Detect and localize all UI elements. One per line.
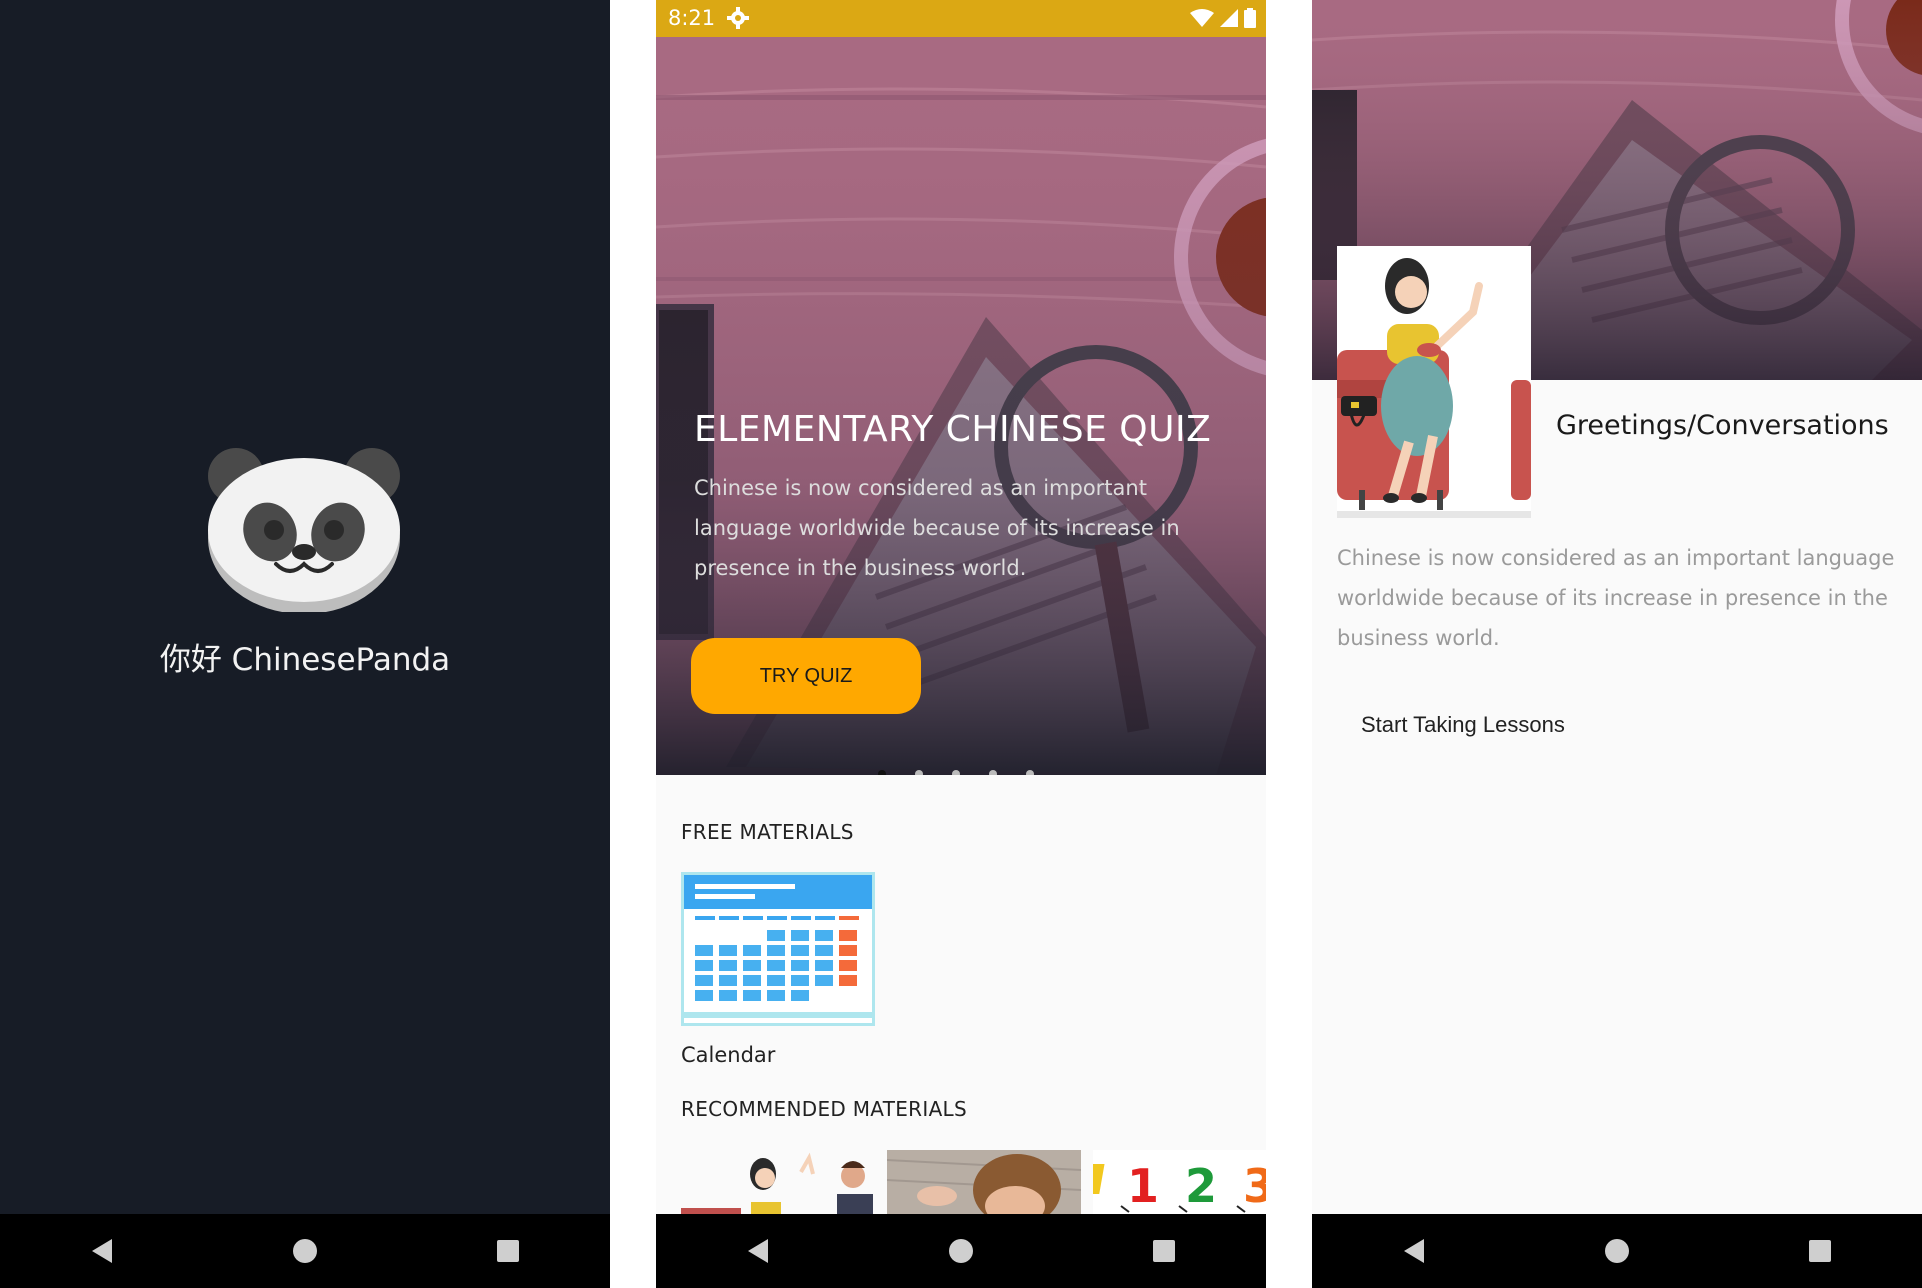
lesson-detail-screen: Greetings/Conversations Chinese is now c… [1312, 0, 1922, 1288]
home-icon [948, 1239, 973, 1263]
home-button[interactable] [275, 1221, 335, 1281]
carousel-indicator [878, 770, 1034, 775]
nav-bar [0, 1214, 610, 1288]
calendar-icon [681, 872, 875, 1026]
calendar-card[interactable] [681, 872, 875, 1026]
carousel-dot[interactable] [1026, 770, 1034, 775]
recommended-list: 1 2 3 [681, 1150, 1266, 1214]
recommended-materials-heading: RECOMMENDED MATERIALS [681, 1097, 967, 1121]
conversation-thumbnail[interactable] [681, 1150, 875, 1214]
recents-button[interactable] [478, 1221, 538, 1281]
recents-button[interactable] [1790, 1221, 1850, 1281]
home-button[interactable] [1587, 1221, 1647, 1281]
back-button[interactable] [728, 1221, 788, 1281]
free-materials-heading: FREE MATERIALS [681, 820, 854, 844]
carousel-dot[interactable] [878, 770, 886, 775]
wifi-icon [1190, 9, 1214, 31]
hero-title: ELEMENTARY CHINESE QUIZ [694, 409, 1212, 450]
recents-icon [1809, 1240, 1832, 1262]
battery-icon [1244, 8, 1256, 32]
nav-bar [1312, 1214, 1922, 1288]
carousel-dot[interactable] [952, 770, 960, 775]
hero-banner[interactable]: ELEMENTARY CHINESE QUIZ Chinese is now c… [656, 37, 1266, 775]
calendar-label[interactable]: Calendar [681, 1043, 775, 1067]
recents-button[interactable] [1134, 1221, 1194, 1281]
recents-icon [1153, 1240, 1176, 1262]
svg-text:2: 2 [1185, 1159, 1217, 1213]
try-quiz-button[interactable]: TRY QUIZ [691, 638, 921, 714]
nav-bar [656, 1214, 1266, 1288]
lesson-description: Chinese is now considered as an importan… [1337, 546, 1895, 650]
carousel-dot[interactable] [915, 770, 923, 775]
lesson-illustration [1337, 246, 1531, 518]
home-screen: 8:21 ELEMENTARY CHINESE QUIZ Chinese is … [656, 0, 1266, 1288]
signal-icon [1220, 9, 1238, 31]
app-name: 你好 ChinesePanda [159, 642, 451, 678]
start-lessons-button[interactable]: Start Taking Lessons [1347, 700, 1579, 750]
lesson-title: Greetings/Conversations [1556, 410, 1889, 441]
splash-screen: 你好 ChinesePanda [0, 0, 610, 1288]
carousel-dot[interactable] [989, 770, 997, 775]
back-icon [1403, 1239, 1424, 1263]
numbers-thumbnail[interactable]: 1 2 3 [1093, 1150, 1266, 1214]
back-icon [91, 1239, 112, 1263]
panda-logo-icon [206, 440, 402, 616]
recents-icon [497, 1240, 520, 1262]
home-button[interactable] [931, 1221, 991, 1281]
settings-gear-icon [727, 7, 749, 33]
child-thumbnail[interactable] [887, 1150, 1081, 1214]
back-button[interactable] [1384, 1221, 1444, 1281]
home-icon [1604, 1239, 1629, 1263]
status-bar: 8:21 [656, 0, 1266, 37]
status-time: 8:21 [668, 6, 716, 30]
svg-text:3: 3 [1243, 1159, 1266, 1213]
home-icon [292, 1239, 317, 1263]
back-button[interactable] [72, 1221, 132, 1281]
hero-description: Chinese is now considered as an importan… [694, 476, 1180, 580]
back-icon [747, 1239, 768, 1263]
svg-text:1: 1 [1127, 1159, 1159, 1213]
